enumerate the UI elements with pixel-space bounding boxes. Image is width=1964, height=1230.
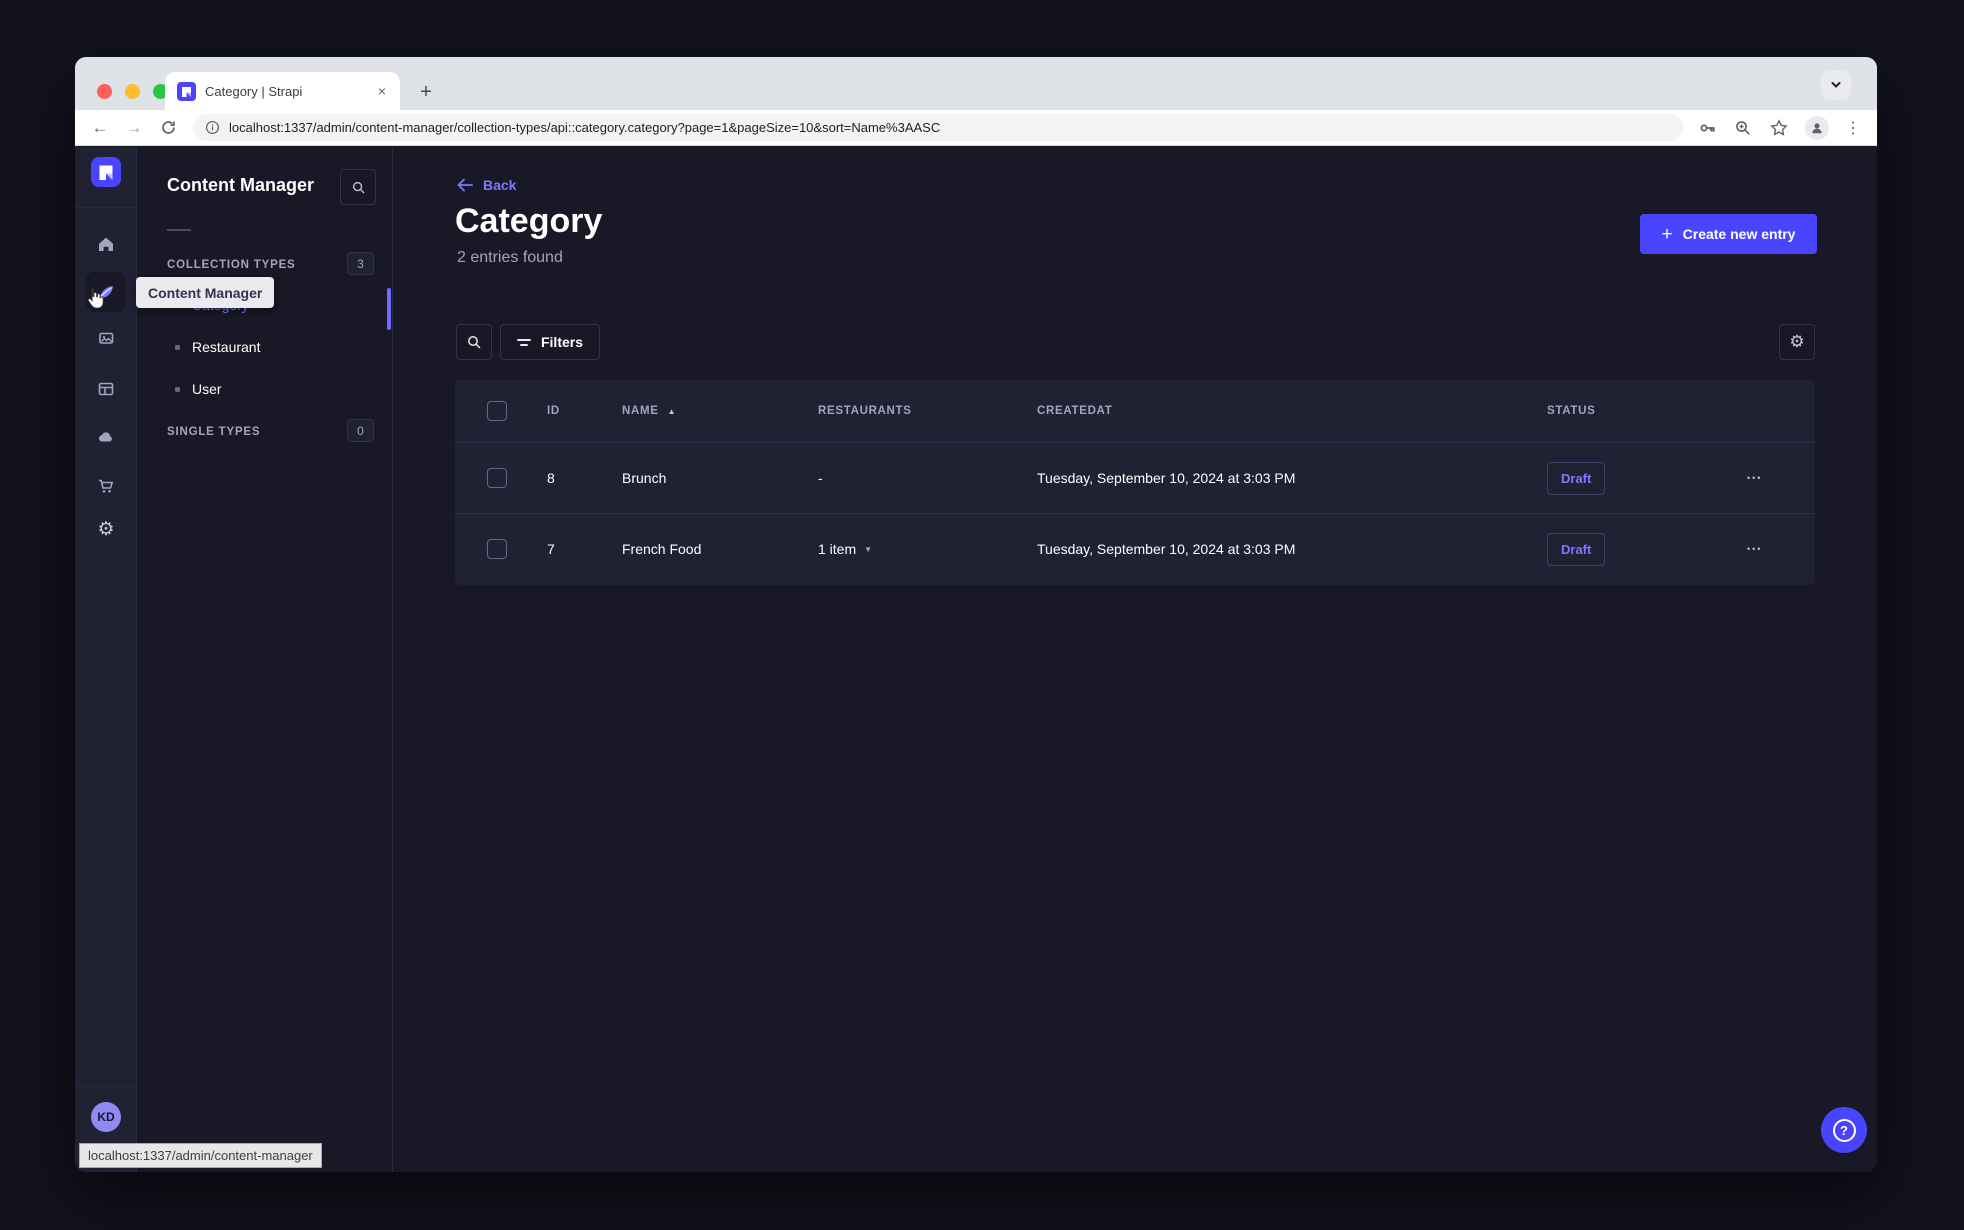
- cell-id: 7: [547, 541, 555, 557]
- tab-close-icon[interactable]: ×: [376, 83, 388, 99]
- strapi-favicon: [177, 81, 196, 101]
- browser-toolbar: ← → localhost:1337/admin/content-manager…: [75, 110, 1877, 146]
- subnav-title: Content Manager: [167, 175, 315, 195]
- single-types-label: SINGLE TYPES: [167, 426, 261, 438]
- new-tab-button[interactable]: +: [413, 79, 439, 105]
- content-type-builder-icon[interactable]: [96, 379, 116, 399]
- cell-createdat: Tuesday, September 10, 2024 at 3:03 PM: [1037, 470, 1296, 486]
- reload-icon[interactable]: [151, 118, 185, 138]
- browser-profile-avatar[interactable]: [1805, 115, 1829, 140]
- marketplace-cart-icon[interactable]: [96, 476, 116, 496]
- row-actions-menu-icon[interactable]: •••: [1735, 473, 1762, 483]
- page-info-icon[interactable]: [205, 120, 220, 135]
- table-header-row: ID NAME ▲ RESTAURANTS CREATEDAT STATUS: [455, 380, 1815, 442]
- bullet-icon: [175, 386, 180, 392]
- cell-restaurants: -: [818, 470, 823, 486]
- tab-title: Category | Strapi: [205, 83, 303, 99]
- cell-name: French Food: [622, 541, 702, 557]
- browser-tabstrip: Category | Strapi × +: [75, 57, 1877, 110]
- url-text[interactable]: localhost:1337/admin/content-manager/col…: [229, 120, 940, 135]
- subnav-search-button[interactable]: [340, 169, 376, 205]
- collection-types-count-badge: 3: [347, 252, 374, 275]
- strapi-logo[interactable]: [91, 157, 121, 187]
- tab-search-chevron-icon[interactable]: [1821, 70, 1851, 100]
- subnav-item-user[interactable]: User: [175, 381, 222, 397]
- strapi-admin: ⚙ KD Content Manager COLLECTION TYPES 3 …: [75, 147, 1877, 1172]
- main-content: Back Category 2 entries found + Create n…: [393, 147, 1877, 1172]
- back-link[interactable]: Back: [457, 177, 516, 193]
- cell-name: Brunch: [622, 470, 667, 486]
- cell-createdat: Tuesday, September 10, 2024 at 3:03 PM: [1037, 541, 1296, 557]
- sidebar-bottom-divider: [75, 1086, 136, 1087]
- plus-icon: +: [1661, 223, 1673, 245]
- sort-ascending-icon[interactable]: ▲: [668, 407, 677, 416]
- help-button[interactable]: ?: [1821, 1107, 1867, 1153]
- bookmark-star-icon[interactable]: [1769, 118, 1789, 138]
- entries-table: ID NAME ▲ RESTAURANTS CREATEDAT STATUS 8 …: [455, 380, 1815, 585]
- back-arrow-icon: [457, 178, 473, 192]
- zoom-search-icon[interactable]: [1733, 118, 1753, 138]
- cell-restaurants[interactable]: 1 item ▼: [818, 541, 1037, 557]
- row-actions-menu-icon[interactable]: •••: [1735, 544, 1762, 554]
- minimize-window-button[interactable]: [125, 84, 140, 99]
- column-header-createdat[interactable]: CREATEDAT: [1037, 405, 1547, 417]
- row-checkbox[interactable]: [487, 539, 507, 559]
- cloud-icon[interactable]: [96, 427, 116, 447]
- subnav-scrollbar-thumb[interactable]: [387, 288, 391, 330]
- close-window-button[interactable]: [97, 84, 112, 99]
- url-address-bar[interactable]: localhost:1337/admin/content-manager/col…: [193, 114, 1683, 141]
- back-nav-icon[interactable]: ←: [83, 118, 117, 138]
- question-mark-icon: ?: [1832, 1118, 1856, 1142]
- status-badge: Draft: [1547, 461, 1606, 495]
- expand-caret-icon[interactable]: ▼: [864, 545, 872, 554]
- table-row[interactable]: 8 Brunch - Tuesday, September 10, 2024 a…: [455, 442, 1815, 513]
- select-all-checkbox[interactable]: [487, 401, 507, 421]
- status-badge: Draft: [1547, 532, 1606, 566]
- browser-tab[interactable]: Category | Strapi ×: [165, 72, 400, 110]
- media-library-icon[interactable]: [96, 328, 116, 348]
- subnav-item-restaurant[interactable]: Restaurant: [175, 339, 260, 355]
- single-types-count-badge: 0: [347, 419, 374, 442]
- page-title: Category: [455, 202, 603, 240]
- browser-window: Category | Strapi × + ← → localhost:1337…: [75, 57, 1877, 1172]
- filters-button[interactable]: Filters: [500, 324, 600, 360]
- status-bar-link-preview: localhost:1337/admin/content-manager: [79, 1143, 322, 1168]
- collection-types-label: COLLECTION TYPES: [167, 259, 296, 271]
- table-search-button[interactable]: [456, 324, 492, 360]
- filter-icon: [516, 338, 531, 346]
- column-header-status[interactable]: STATUS: [1547, 405, 1735, 417]
- password-key-icon[interactable]: [1697, 118, 1717, 138]
- table-row[interactable]: 7 French Food 1 item ▼ Tuesday, September…: [455, 513, 1815, 584]
- nav-tooltip: Content Manager: [136, 277, 275, 308]
- column-header-restaurants[interactable]: RESTAURANTS: [818, 405, 1037, 417]
- window-controls: [97, 84, 168, 99]
- row-checkbox[interactable]: [487, 468, 507, 488]
- hand-cursor: [83, 285, 106, 316]
- sidebar-divider: [75, 207, 136, 208]
- table-settings-gear-button[interactable]: ⚙: [1779, 324, 1815, 360]
- column-header-name[interactable]: NAME ▲: [622, 405, 818, 417]
- create-new-entry-button[interactable]: + Create new entry: [1640, 214, 1817, 254]
- column-header-id[interactable]: ID: [547, 405, 622, 417]
- home-icon[interactable]: [96, 234, 116, 254]
- settings-gear-icon[interactable]: ⚙: [96, 520, 116, 540]
- forward-nav-icon[interactable]: →: [117, 118, 151, 138]
- bullet-icon: [175, 344, 180, 350]
- entries-count: 2 entries found: [457, 249, 563, 266]
- subnav-divider: [167, 229, 191, 231]
- user-avatar[interactable]: KD: [91, 1102, 121, 1132]
- browser-menu-icon[interactable]: ⋮: [1845, 118, 1861, 138]
- cell-id: 8: [547, 470, 555, 486]
